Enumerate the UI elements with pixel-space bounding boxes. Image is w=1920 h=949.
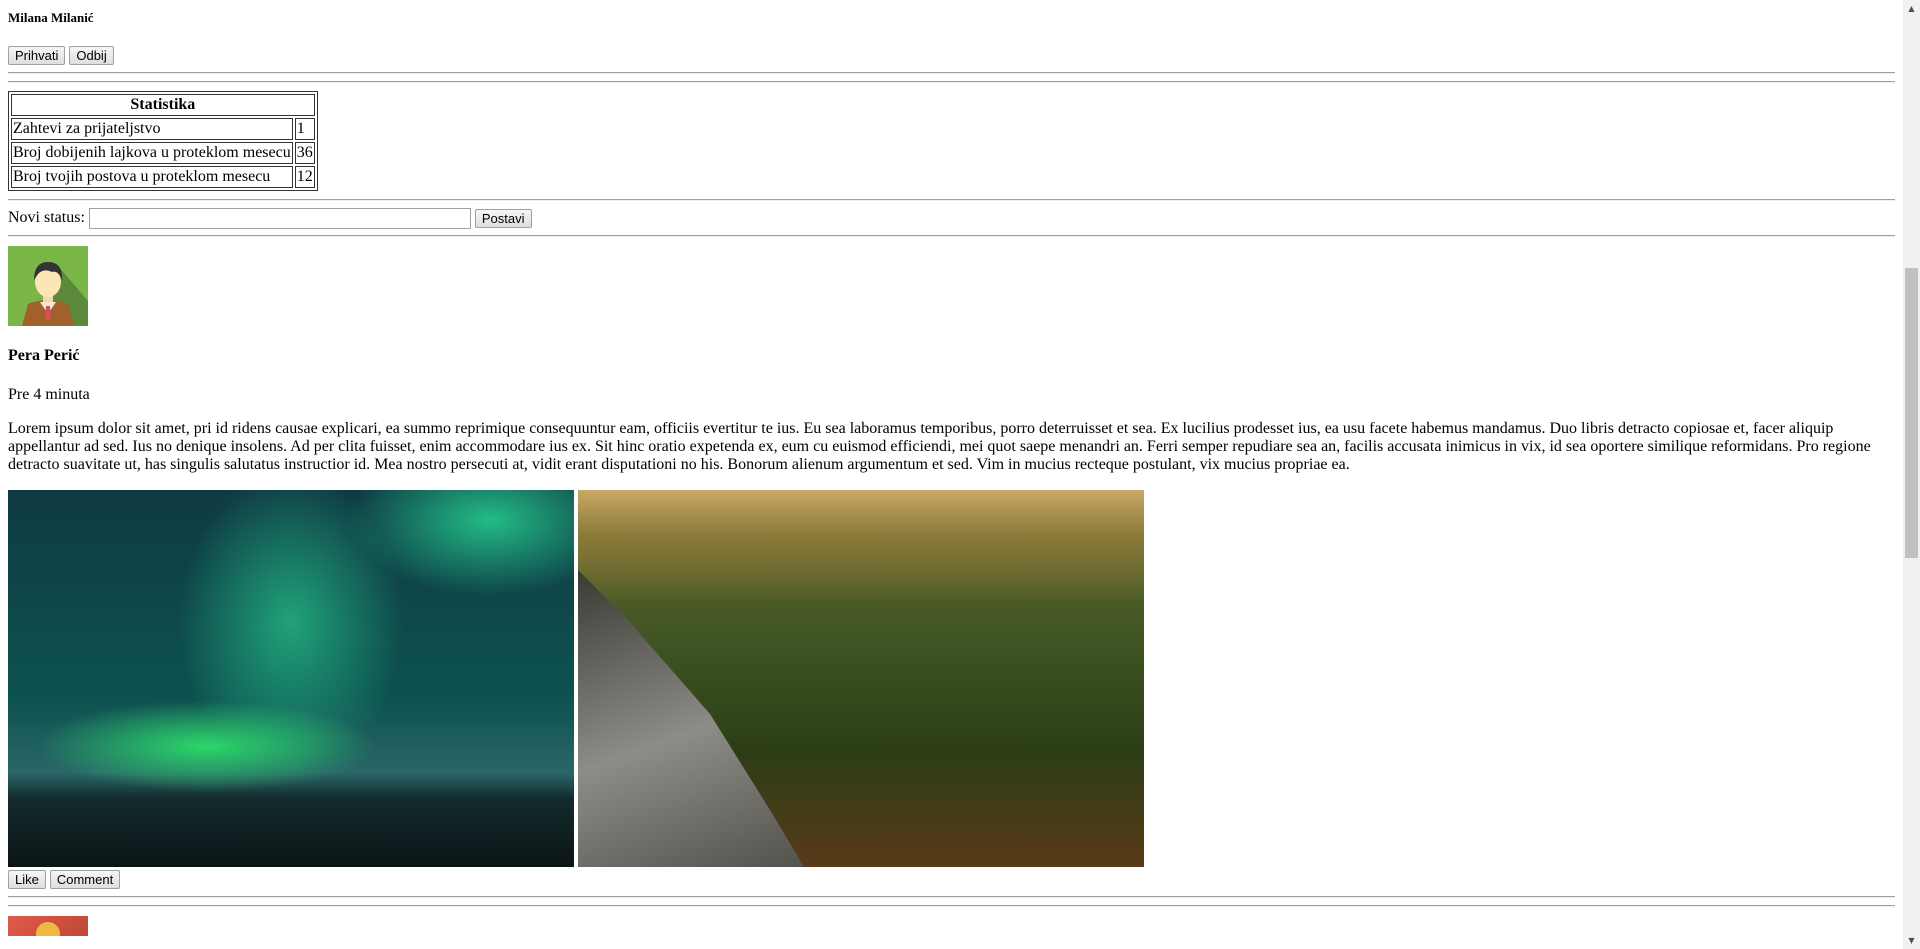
divider (8, 199, 1895, 201)
scrollbar-thumb[interactable] (1905, 268, 1918, 558)
friend-request-name: Milana Milanić (8, 10, 94, 25)
post-author[interactable]: Pera Perić (8, 347, 1895, 365)
divider (8, 235, 1895, 237)
forest-photo[interactable] (578, 490, 1144, 867)
post-actions: Like Comment (8, 870, 1895, 889)
stat-value: 1 (294, 118, 315, 140)
stat-value: 36 (294, 142, 315, 164)
like-button[interactable]: Like (8, 870, 46, 889)
scroll-up-arrow-icon[interactable]: ▲ (1903, 0, 1920, 17)
stat-label: Broj tvojih postova u proteklom mesecu (11, 166, 293, 188)
post-text: Lorem ipsum dolor sit amet, pri id riden… (8, 420, 1871, 473)
accept-button[interactable]: Prihvati (8, 46, 66, 65)
status-input[interactable] (88, 207, 471, 229)
friend-request-actions: Prihvati Odbij (8, 46, 1895, 65)
divider (8, 81, 1895, 83)
status-label: Novi status: (8, 209, 85, 226)
table-row: Zahtevi za prijateljstvo 1 (11, 118, 315, 140)
avatar (8, 916, 88, 936)
set-status-button[interactable]: Postavi (474, 208, 532, 228)
status-form: Novi status: Postavi (8, 207, 1895, 229)
page: Milana Milanić Prihvati Odbij Statistika… (8, 0, 1895, 936)
stat-value: 12 (294, 166, 315, 188)
post-images (8, 490, 1895, 867)
aurora-photo[interactable] (8, 490, 574, 867)
stat-label: Zahtevi za prijateljstvo (11, 118, 293, 140)
reject-button[interactable]: Odbij (69, 46, 114, 65)
scrollbar[interactable]: ▲ ▼ (1903, 0, 1920, 949)
comment-button[interactable]: Comment (49, 870, 121, 889)
stat-label: Broj dobijenih lajkova u proteklom mesec… (11, 142, 293, 164)
divider (8, 72, 1895, 74)
post: Pera Perić Pre 4 minuta Lorem ipsum dolo… (8, 246, 1895, 889)
stats-title: Statistika (11, 94, 315, 116)
post-time: Pre 4 minuta (8, 386, 90, 403)
avatar (8, 246, 88, 326)
stats-table: Statistika Zahtevi za prijateljstvo 1 Bro… (8, 91, 318, 191)
divider (8, 896, 1895, 898)
divider (8, 905, 1895, 907)
scroll-down-arrow-icon[interactable]: ▼ (1903, 932, 1920, 949)
table-row: Broj dobijenih lajkova u proteklom mesec… (11, 142, 315, 164)
table-row: Broj tvojih postova u proteklom mesecu 12 (11, 166, 315, 188)
